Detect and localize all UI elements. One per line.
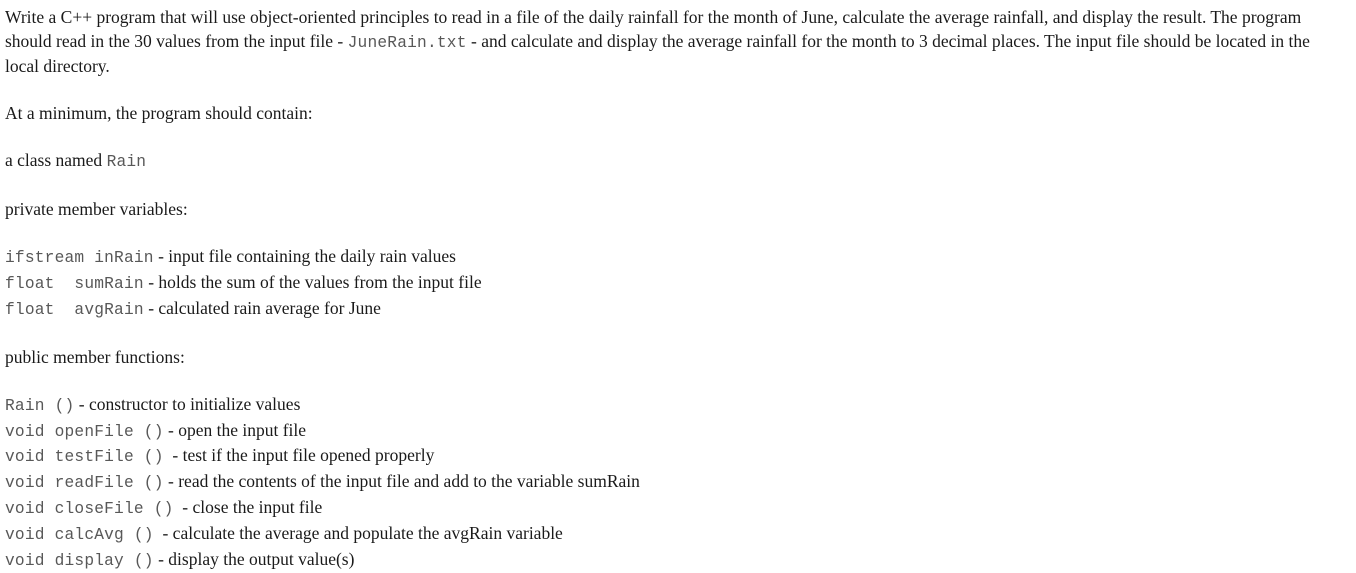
private-members-heading: private member variables: [5,199,188,219]
class-name-line: a class named Rain [5,149,1330,175]
function-declaration: void openFile () [5,422,164,441]
function-description: - constructor to initialize values [74,393,301,414]
list-item: float sumRain - holds the sum of the val… [5,271,1351,297]
function-declaration: void calcAvg () [5,525,154,544]
function-description: - read the contents of the input file an… [163,471,640,492]
function-declaration: void display () [5,551,154,570]
member-description: - holds the sum of the values from the i… [143,271,482,292]
member-declaration: ifstream inRain [5,249,154,267]
function-description: - display the output value(s) [153,548,355,569]
assignment-document: Write a C++ program that will use object… [0,0,1351,573]
input-file-name: JuneRain.txt [347,33,467,52]
function-description: - calculate the average and populate the… [153,522,563,543]
list-item: ifstream inRain - input file containing … [5,245,1351,271]
member-description: - calculated rain average for June [143,297,381,318]
minimum-requirements-heading: At a minimum, the program should contain… [5,103,313,123]
class-name: Rain [106,153,147,171]
list-item: void closeFile () - close the input file [5,496,1351,522]
private-members-list: ifstream inRain - input file containing … [5,245,1351,322]
function-description: - test if the input file opened properly [163,445,435,466]
function-declaration: void closeFile () [5,500,174,519]
public-members-heading: public member functions: [5,346,185,367]
list-item: void testFile () - test if the input fil… [5,444,1351,470]
class-name-prefix: a class named [5,150,107,170]
list-item: void calcAvg () - calculate the average … [5,522,1351,548]
member-declaration: float sumRain [5,274,144,293]
public-members-list: Rain () - constructor to initialize valu… [5,393,1351,573]
list-item: void readFile () - read the contents of … [5,470,1351,496]
function-declaration: Rain () [5,396,75,415]
list-item: void openFile () - open the input file [5,419,1351,445]
function-declaration: void testFile () [5,448,164,467]
member-description: - input file containing the daily rain v… [153,246,456,266]
member-declaration: float avgRain [5,300,144,319]
function-description: - close the input file [173,497,323,518]
function-declaration: void readFile () [5,474,164,493]
list-item: float avgRain - calculated rain average … [5,297,1351,323]
function-description: - open the input file [163,419,307,440]
list-item: void display () - display the output val… [5,548,1351,573]
intro-paragraph: Write a C++ program that will use object… [5,6,1330,79]
list-item: Rain () - constructor to initialize valu… [5,393,1351,419]
